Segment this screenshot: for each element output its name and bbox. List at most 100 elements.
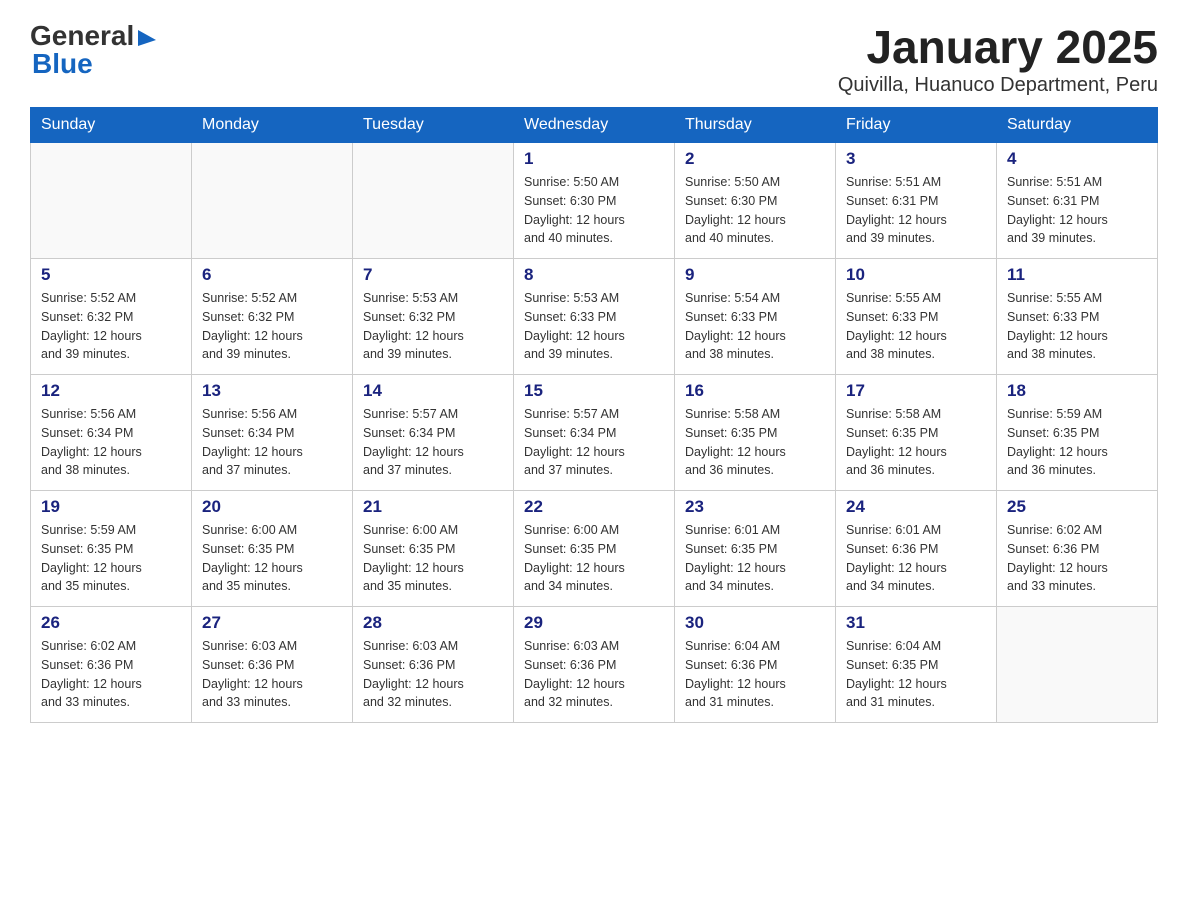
calendar-cell: 15 Sunrise: 5:57 AM Sunset: 6:34 PM Dayli… (514, 375, 675, 491)
calendar-cell: 27 Sunrise: 6:03 AM Sunset: 6:36 PM Dayli… (192, 607, 353, 723)
day-number: 15 (524, 381, 664, 401)
day-info: Sunrise: 5:57 AM Sunset: 6:34 PM Dayligh… (524, 405, 664, 480)
calendar-cell: 11 Sunrise: 5:55 AM Sunset: 6:33 PM Dayli… (997, 259, 1158, 375)
calendar-cell: 1 Sunrise: 5:50 AM Sunset: 6:30 PM Daylig… (514, 143, 675, 259)
day-info: Sunrise: 5:53 AM Sunset: 6:32 PM Dayligh… (363, 289, 503, 364)
title-block: January 2025 Quivilla, Huanuco Departmen… (838, 20, 1158, 97)
page-header: General Blue January 2025 Quivilla, Huan… (30, 20, 1158, 97)
calendar-cell: 19 Sunrise: 5:59 AM Sunset: 6:35 PM Dayli… (31, 491, 192, 607)
day-number: 2 (685, 149, 825, 169)
day-info: Sunrise: 5:58 AM Sunset: 6:35 PM Dayligh… (685, 405, 825, 480)
calendar-day-header: Thursday (675, 108, 836, 143)
day-info: Sunrise: 5:55 AM Sunset: 6:33 PM Dayligh… (1007, 289, 1147, 364)
day-info: Sunrise: 6:00 AM Sunset: 6:35 PM Dayligh… (524, 521, 664, 596)
calendar-cell: 14 Sunrise: 5:57 AM Sunset: 6:34 PM Dayli… (353, 375, 514, 491)
calendar-cell: 24 Sunrise: 6:01 AM Sunset: 6:36 PM Dayli… (836, 491, 997, 607)
calendar-cell: 23 Sunrise: 6:01 AM Sunset: 6:35 PM Dayli… (675, 491, 836, 607)
day-info: Sunrise: 6:03 AM Sunset: 6:36 PM Dayligh… (363, 637, 503, 712)
calendar-cell: 9Sunrise: 5:54 AM Sunset: 6:33 PM Daylig… (675, 259, 836, 375)
calendar-header-row: SundayMondayTuesdayWednesdayThursdayFrid… (31, 108, 1158, 143)
day-number: 23 (685, 497, 825, 517)
calendar-day-header: Friday (836, 108, 997, 143)
calendar-week-row: 26 Sunrise: 6:02 AM Sunset: 6:36 PM Dayli… (31, 607, 1158, 723)
day-info: Sunrise: 5:57 AM Sunset: 6:34 PM Dayligh… (363, 405, 503, 480)
day-number: 1 (524, 149, 664, 169)
day-info: Sunrise: 6:01 AM Sunset: 6:36 PM Dayligh… (846, 521, 986, 596)
calendar-cell: 16 Sunrise: 5:58 AM Sunset: 6:35 PM Dayli… (675, 375, 836, 491)
calendar-week-row: 19 Sunrise: 5:59 AM Sunset: 6:35 PM Dayli… (31, 491, 1158, 607)
calendar-cell: 3 Sunrise: 5:51 AM Sunset: 6:31 PM Daylig… (836, 143, 997, 259)
day-number: 24 (846, 497, 986, 517)
day-info: Sunrise: 6:02 AM Sunset: 6:36 PM Dayligh… (41, 637, 181, 712)
day-number: 3 (846, 149, 986, 169)
day-info: Sunrise: 5:51 AM Sunset: 6:31 PM Dayligh… (846, 173, 986, 248)
day-number: 19 (41, 497, 181, 517)
calendar-cell: 13Sunrise: 5:56 AM Sunset: 6:34 PM Dayli… (192, 375, 353, 491)
calendar-cell: 26 Sunrise: 6:02 AM Sunset: 6:36 PM Dayli… (31, 607, 192, 723)
day-info: Sunrise: 5:59 AM Sunset: 6:35 PM Dayligh… (41, 521, 181, 596)
calendar-day-header: Monday (192, 108, 353, 143)
day-number: 31 (846, 613, 986, 633)
day-number: 6 (202, 265, 342, 285)
logo-blue-text: Blue (32, 48, 93, 80)
calendar-cell: 4Sunrise: 5:51 AM Sunset: 6:31 PM Daylig… (997, 143, 1158, 259)
day-number: 27 (202, 613, 342, 633)
day-info: Sunrise: 6:01 AM Sunset: 6:35 PM Dayligh… (685, 521, 825, 596)
calendar-cell: 30 Sunrise: 6:04 AM Sunset: 6:36 PM Dayli… (675, 607, 836, 723)
day-number: 17 (846, 381, 986, 401)
calendar-cell: 18Sunrise: 5:59 AM Sunset: 6:35 PM Dayli… (997, 375, 1158, 491)
calendar-cell: 12 Sunrise: 5:56 AM Sunset: 6:34 PM Dayli… (31, 375, 192, 491)
calendar-cell (31, 143, 192, 259)
day-info: Sunrise: 6:04 AM Sunset: 6:35 PM Dayligh… (846, 637, 986, 712)
day-number: 13 (202, 381, 342, 401)
day-info: Sunrise: 6:00 AM Sunset: 6:35 PM Dayligh… (363, 521, 503, 596)
calendar-cell: 25Sunrise: 6:02 AM Sunset: 6:36 PM Dayli… (997, 491, 1158, 607)
day-info: Sunrise: 5:52 AM Sunset: 6:32 PM Dayligh… (202, 289, 342, 364)
day-info: Sunrise: 5:50 AM Sunset: 6:30 PM Dayligh… (685, 173, 825, 248)
day-number: 28 (363, 613, 503, 633)
day-info: Sunrise: 6:02 AM Sunset: 6:36 PM Dayligh… (1007, 521, 1147, 596)
day-number: 8 (524, 265, 664, 285)
day-number: 21 (363, 497, 503, 517)
day-number: 9 (685, 265, 825, 285)
day-info: Sunrise: 6:03 AM Sunset: 6:36 PM Dayligh… (202, 637, 342, 712)
calendar-cell: 17 Sunrise: 5:58 AM Sunset: 6:35 PM Dayli… (836, 375, 997, 491)
calendar-cell: 21 Sunrise: 6:00 AM Sunset: 6:35 PM Dayli… (353, 491, 514, 607)
day-number: 12 (41, 381, 181, 401)
day-number: 29 (524, 613, 664, 633)
day-number: 5 (41, 265, 181, 285)
calendar-cell: 2 Sunrise: 5:50 AM Sunset: 6:30 PM Daylig… (675, 143, 836, 259)
day-number: 26 (41, 613, 181, 633)
calendar-day-header: Tuesday (353, 108, 514, 143)
logo-triangle-icon (136, 26, 158, 48)
calendar-week-row: 5 Sunrise: 5:52 AM Sunset: 6:32 PM Daylig… (31, 259, 1158, 375)
calendar-cell: 10Sunrise: 5:55 AM Sunset: 6:33 PM Dayli… (836, 259, 997, 375)
day-info: Sunrise: 5:51 AM Sunset: 6:31 PM Dayligh… (1007, 173, 1147, 248)
day-info: Sunrise: 6:04 AM Sunset: 6:36 PM Dayligh… (685, 637, 825, 712)
day-number: 14 (363, 381, 503, 401)
day-info: Sunrise: 5:58 AM Sunset: 6:35 PM Dayligh… (846, 405, 986, 480)
calendar-cell: 7 Sunrise: 5:53 AM Sunset: 6:32 PM Daylig… (353, 259, 514, 375)
day-info: Sunrise: 5:59 AM Sunset: 6:35 PM Dayligh… (1007, 405, 1147, 480)
calendar-cell: 29 Sunrise: 6:03 AM Sunset: 6:36 PM Dayli… (514, 607, 675, 723)
day-number: 7 (363, 265, 503, 285)
calendar-day-header: Sunday (31, 108, 192, 143)
day-number: 16 (685, 381, 825, 401)
calendar-cell (192, 143, 353, 259)
day-number: 30 (685, 613, 825, 633)
day-info: Sunrise: 5:53 AM Sunset: 6:33 PM Dayligh… (524, 289, 664, 364)
day-number: 20 (202, 497, 342, 517)
calendar-table: SundayMondayTuesdayWednesdayThursdayFrid… (30, 107, 1158, 723)
calendar-cell: 6 Sunrise: 5:52 AM Sunset: 6:32 PM Daylig… (192, 259, 353, 375)
calendar-day-header: Wednesday (514, 108, 675, 143)
calendar-cell (353, 143, 514, 259)
day-info: Sunrise: 6:03 AM Sunset: 6:36 PM Dayligh… (524, 637, 664, 712)
page-title: January 2025 (838, 20, 1158, 74)
day-info: Sunrise: 5:56 AM Sunset: 6:34 PM Dayligh… (41, 405, 181, 480)
day-number: 11 (1007, 265, 1147, 285)
day-info: Sunrise: 5:52 AM Sunset: 6:32 PM Dayligh… (41, 289, 181, 364)
day-number: 22 (524, 497, 664, 517)
calendar-cell: 5 Sunrise: 5:52 AM Sunset: 6:32 PM Daylig… (31, 259, 192, 375)
logo: General Blue (30, 20, 158, 80)
day-info: Sunrise: 5:50 AM Sunset: 6:30 PM Dayligh… (524, 173, 664, 248)
